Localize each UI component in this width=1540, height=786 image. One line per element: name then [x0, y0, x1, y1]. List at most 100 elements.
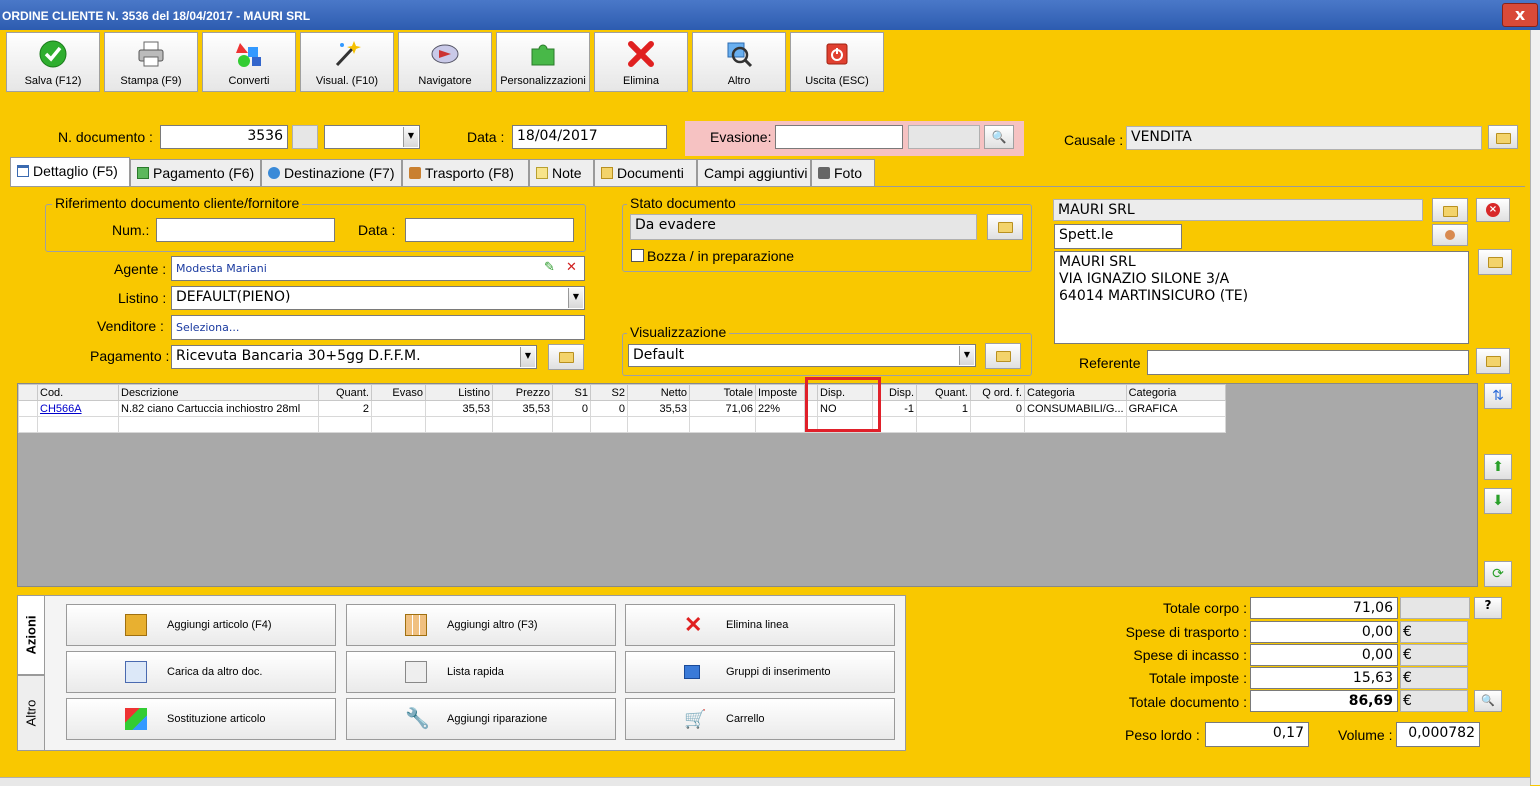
rif-num-input[interactable] [156, 218, 335, 242]
empty-cell[interactable] [1024, 416, 1127, 433]
col-header[interactable]: Evaso [371, 384, 426, 401]
empty-cell[interactable] [118, 416, 319, 433]
cell-listino[interactable]: 35,53 [425, 400, 493, 417]
cell-evaso[interactable] [371, 400, 426, 417]
window-close-button[interactable]: x [1502, 3, 1538, 27]
visualizzazione-select[interactable]: Default ▼ [628, 344, 976, 367]
empty-cell[interactable] [492, 416, 553, 433]
pencil-icon[interactable]: ✎ [544, 260, 555, 275]
spese-trasporto-input[interactable]: 0,00 [1250, 621, 1398, 643]
help-button[interactable]: ? [1474, 597, 1502, 619]
convert-button[interactable]: Converti [202, 32, 296, 92]
volume-input[interactable]: 0,000782 [1396, 722, 1480, 747]
empty-cell[interactable] [627, 416, 690, 433]
cliente-remove-button[interactable]: × [1476, 198, 1510, 222]
col-header[interactable]: Categoria [1024, 384, 1127, 401]
delete-button[interactable]: Elimina [594, 32, 688, 92]
address-folder-button[interactable] [1478, 249, 1512, 275]
add-other-button[interactable]: Aggiungi altro (F3) [346, 604, 616, 646]
other-button[interactable]: Altro [692, 32, 786, 92]
row-selector[interactable] [18, 400, 38, 417]
tab-trasporto[interactable]: Trasporto (F8) [402, 159, 529, 186]
empty-cell[interactable] [916, 416, 971, 433]
cell-s1[interactable]: 0 [552, 400, 591, 417]
customize-button[interactable]: Personalizzazioni [496, 32, 590, 92]
col-header[interactable]: S1 [552, 384, 591, 401]
visualizzazione-folder-button[interactable] [985, 343, 1021, 369]
ndoc-input[interactable]: 3536 [160, 125, 288, 149]
peso-input[interactable]: 0,17 [1205, 722, 1309, 747]
cell-qord[interactable]: 0 [970, 400, 1025, 417]
col-header[interactable]: Q ord. f. [970, 384, 1025, 401]
navigator-button[interactable]: Navigatore [398, 32, 492, 92]
tab-foto[interactable]: Foto [811, 159, 875, 186]
table-row[interactable]: CH566A N.82 ciano Cartuccia inchiostro 2… [18, 400, 1226, 417]
evasione-extra-input[interactable] [908, 125, 980, 149]
empty-cell[interactable] [318, 416, 372, 433]
col-header[interactable]: Netto [627, 384, 690, 401]
tab-dettaglio[interactable]: Dettaglio (F5) [10, 157, 130, 187]
listino-select[interactable]: DEFAULT(PIENO) ▼ [171, 286, 585, 310]
causale-folder-button[interactable] [1488, 125, 1518, 149]
cell-quant[interactable]: 1 [916, 400, 971, 417]
empty-cell[interactable] [1125, 416, 1226, 433]
tab-azioni[interactable]: Azioni [17, 595, 45, 675]
pagamento-select[interactable]: Ricevuta Bancaria 30+5gg D.F.F.M. ▼ [171, 345, 537, 369]
cliente-address[interactable]: MAURI SRL VIA IGNAZIO SILONE 3/A 64014 M… [1054, 251, 1469, 344]
referente-folder-button[interactable] [1476, 348, 1510, 374]
move-up-button[interactable]: ⬆ [1484, 454, 1512, 480]
col-header[interactable]: Quant. [916, 384, 971, 401]
cart-button[interactable]: 🛒 Carrello [625, 698, 895, 740]
visual-button[interactable]: Visual. (F10) [300, 32, 394, 92]
causale-input[interactable]: VENDITA [1126, 126, 1482, 150]
empty-cell[interactable] [552, 416, 591, 433]
col-header[interactable]: Cod. [37, 384, 119, 401]
col-header[interactable]: Imposte [755, 384, 805, 401]
col-header[interactable]: S2 [590, 384, 628, 401]
refresh-button[interactable]: ⟳ [1484, 561, 1512, 587]
venditore-input[interactable]: Seleziona... [171, 315, 585, 340]
cell-code[interactable]: CH566A [37, 400, 119, 417]
empty-cell[interactable] [37, 416, 119, 433]
tab-campi-aggiuntivi[interactable]: Campi aggiuntivi [697, 159, 811, 186]
evasione-search-button[interactable]: 🔍 [984, 125, 1014, 149]
delete-line-button[interactable]: ✕ Elimina linea [625, 604, 895, 646]
cell-imposte[interactable]: 22% [755, 400, 805, 417]
cell-prezzo[interactable]: 35,53 [492, 400, 553, 417]
date-input[interactable]: 18/04/2017 [512, 125, 667, 149]
save-button[interactable]: Salva (F12) [6, 32, 100, 92]
cell-quantity[interactable]: 2 [318, 400, 372, 417]
pagamento-folder-button[interactable] [548, 344, 584, 370]
empty-cell[interactable] [425, 416, 493, 433]
col-header[interactable]: Prezzo [492, 384, 553, 401]
evasione-input[interactable] [775, 125, 903, 149]
col-header[interactable]: Listino [425, 384, 493, 401]
table-row-empty[interactable] [18, 416, 1226, 433]
empty-cell[interactable] [590, 416, 628, 433]
cell-netto[interactable]: 35,53 [627, 400, 690, 417]
tab-altro[interactable]: Altro [17, 675, 45, 751]
ndoc-series-select[interactable]: ▼ [324, 125, 420, 149]
cell-description[interactable]: N.82 ciano Cartuccia inchiostro 28ml [118, 400, 319, 417]
replace-article-button[interactable]: Sostituzione articolo [66, 698, 336, 740]
exit-button[interactable]: Uscita (ESC) [790, 32, 884, 92]
referente-input[interactable] [1147, 350, 1469, 375]
print-button[interactable]: Stampa (F9) [104, 32, 198, 92]
sort-button[interactable]: ⇅ [1484, 383, 1512, 409]
totals-search-button[interactable]: 🔍 [1474, 690, 1502, 712]
empty-cell[interactable] [371, 416, 426, 433]
rif-data-input[interactable] [405, 218, 574, 242]
empty-cell[interactable] [755, 416, 805, 433]
tab-destinazione[interactable]: Destinazione (F7) [261, 159, 402, 186]
tab-note[interactable]: Note [529, 159, 594, 186]
cliente-folder-button[interactable] [1432, 198, 1468, 222]
cell-categoria[interactable]: CONSUMABILI/G... [1024, 400, 1127, 417]
col-header[interactable]: Descrizione [118, 384, 319, 401]
col-header[interactable]: Totale [689, 384, 756, 401]
empty-cell[interactable] [970, 416, 1025, 433]
ndoc-suffix-button[interactable] [292, 125, 318, 149]
tab-documenti[interactable]: Documenti [594, 159, 697, 186]
empty-cell[interactable] [689, 416, 756, 433]
quick-list-button[interactable]: Lista rapida [346, 651, 616, 693]
cliente-title-input[interactable]: Spett.le [1054, 224, 1182, 249]
